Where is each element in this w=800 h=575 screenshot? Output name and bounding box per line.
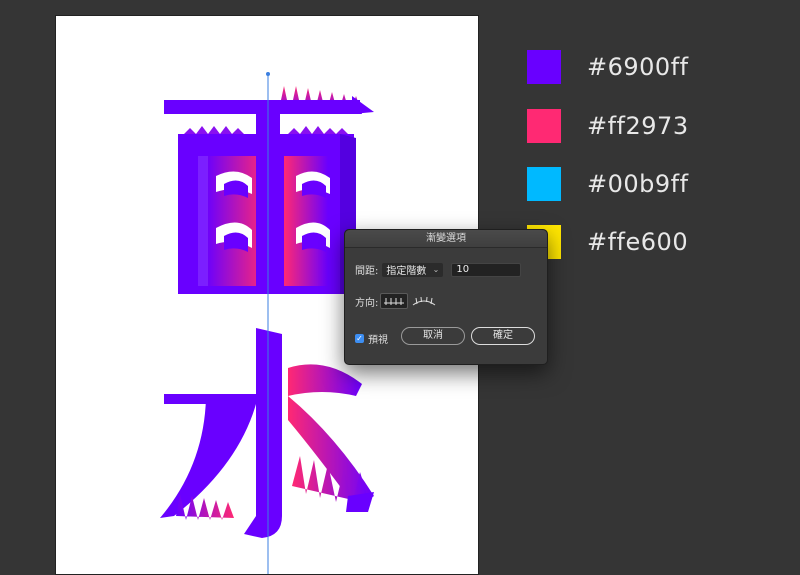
swatch-row: #00b9ff [527, 167, 689, 201]
character-rain [164, 86, 374, 294]
preview-label: 預視 [368, 335, 388, 346]
orientation-row: 方向: [355, 293, 438, 309]
chevron-down-icon: ⌄ [432, 265, 440, 274]
align-to-page-icon [384, 298, 405, 305]
spacing-select-value: 指定階數 [386, 266, 427, 277]
spacing-label: 間距: [355, 266, 379, 277]
anchor-point[interactable] [266, 72, 270, 76]
align-to-page-button[interactable] [380, 293, 409, 309]
ok-button[interactable]: 確定 [471, 327, 535, 345]
align-to-path-button[interactable] [410, 293, 438, 309]
preview-row: ✓ 預視 [355, 331, 388, 346]
orientation-label: 方向: [355, 297, 379, 309]
blend-options-dialog: 漸變選項 間距: 指定階數 ⌄ 10 方向: ✓ 預視 取消 確定 [344, 229, 548, 365]
steps-input[interactable]: 10 [451, 262, 522, 277]
color-swatch[interactable] [527, 109, 561, 143]
color-swatch[interactable] [527, 50, 561, 84]
swatch-hex-label: #00b9ff [587, 170, 689, 198]
align-to-path-icon [413, 296, 436, 306]
color-swatch[interactable] [527, 167, 561, 201]
swatch-hex-label: #6900ff [587, 53, 689, 81]
swatch-hex-label: #ffe600 [587, 228, 689, 256]
swatch-row: #ffe600 [527, 225, 688, 259]
spacing-row: 間距: 指定階數 ⌄ 10 [355, 262, 522, 277]
swatch-hex-label: #ff2973 [587, 112, 689, 140]
swatch-row: #ff2973 [527, 109, 689, 143]
dialog-title: 漸變選項 [345, 230, 547, 248]
character-water [160, 328, 374, 538]
preview-checkbox[interactable]: ✓ [355, 334, 364, 343]
cancel-button[interactable]: 取消 [401, 327, 465, 345]
spacing-select[interactable]: 指定階數 ⌄ [382, 262, 444, 277]
swatch-row: #6900ff [527, 50, 689, 84]
